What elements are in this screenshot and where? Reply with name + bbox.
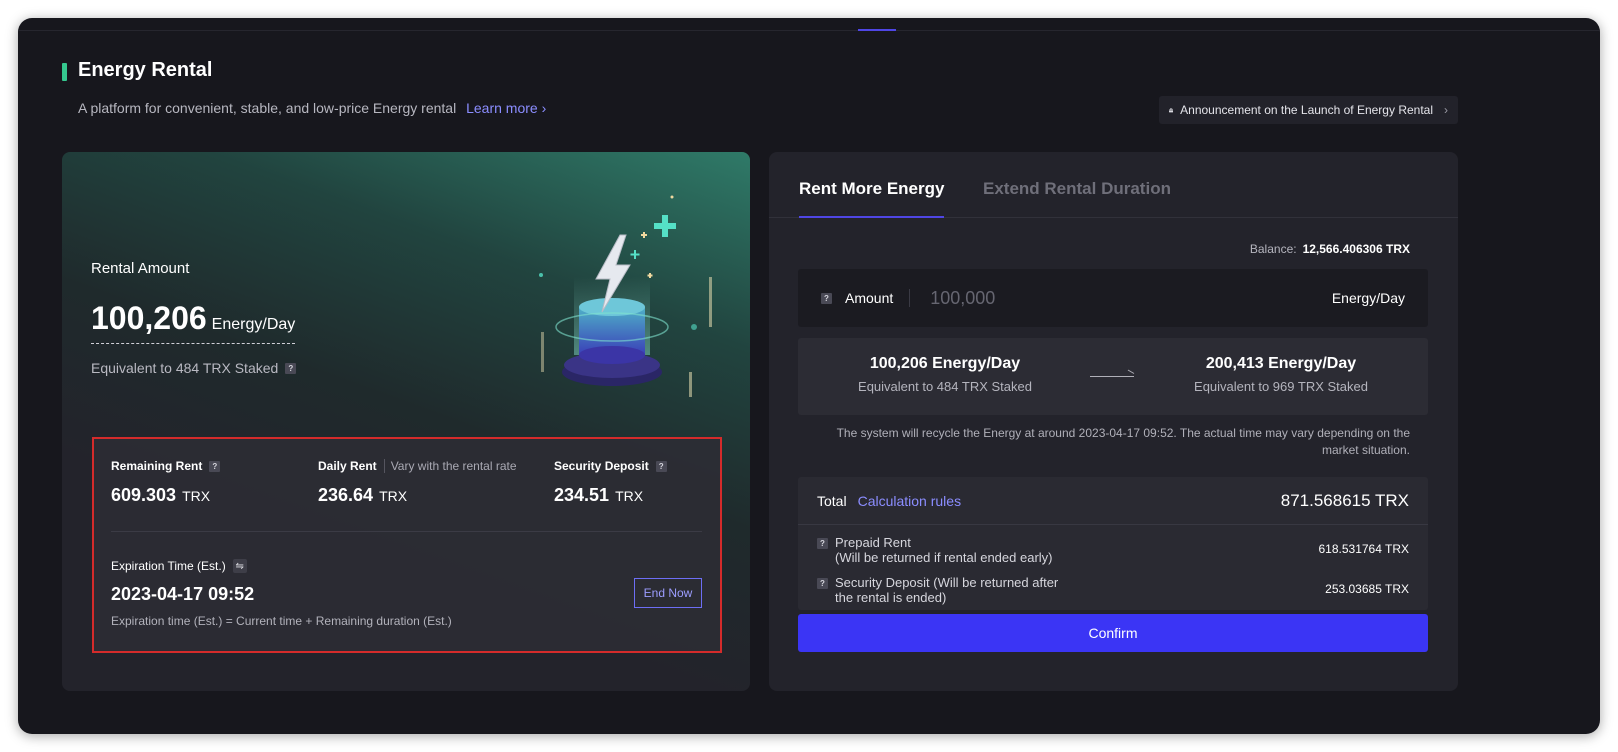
amount-field: ? Amount Energy/Day [798,269,1428,327]
help-icon[interactable]: ? [821,292,832,304]
deposit-label: Security Deposit (Will be returned after… [835,575,1058,605]
page-title: Energy Rental [78,59,213,81]
tab-rent-more-energy[interactable]: Rent More Energy [799,179,944,199]
page-subtitle: A platform for convenient, stable, and l… [78,100,546,116]
rental-details-panel: Remaining Rent? 609.303 TRX Daily Rent Var… [92,437,722,653]
prepaid-rent-label-line2: (Will be returned if rental ended early) [835,550,1053,565]
help-icon[interactable]: ? [209,460,221,472]
security-deposit-label-row: Security Deposit? [554,459,667,473]
help-icon[interactable]: ? [285,362,297,374]
remaining-rent-label-row: Remaining Rent? [111,459,221,473]
chevron-right-icon: › [1444,103,1448,117]
remaining-rent-label: Remaining Rent [111,459,203,473]
cost-summary: Total Calculation rules 871.568615 TRX ?… [798,477,1428,610]
security-deposit: Security Deposit? 234.51 TRX [554,459,667,506]
current-energy: 100,206 Energy/Day Equivalent to 484 TRX… [825,355,1065,394]
prepaid-rent-label-line1: Prepaid Rent [835,535,911,550]
chevron-right-icon: › [541,100,547,116]
total-label: Total [817,492,847,509]
tab-extend-rental-duration[interactable]: Extend Rental Duration [983,179,1171,199]
balance-label: Balance: [1249,242,1297,256]
expiration-label: Expiration Time (Est.) [111,559,226,573]
daily-rent-label-row: Daily Rent Vary with the rental rate [318,459,517,473]
announcement-link[interactable]: Announcement on the Launch of Energy Ren… [1159,96,1458,124]
swap-icon[interactable]: ⇋ [232,559,247,573]
amount-label: Amount [845,290,894,306]
top-divider [18,30,1600,31]
prepaid-rent-row: ? Prepaid Rent (Will be returned if rent… [817,535,1409,565]
expiration-value: 2023-04-17 09:52 [111,584,255,604]
help-icon[interactable]: ? [817,538,828,549]
total-value: 871.568615 TRX [1280,490,1409,510]
learn-more-link[interactable]: Learn more › [466,100,546,116]
subtitle-text: A platform for convenient, stable, and l… [78,100,457,116]
daily-rent: Daily Rent Vary with the rental rate 236.… [318,459,517,506]
rental-amount-value: 100,206 [91,300,207,336]
deposit-label-line1: Security Deposit (Will be returned after [835,575,1059,590]
amount-label-group: ? Amount [821,289,911,307]
new-energy: 200,413 Energy/Day Equivalent to 969 TRX… [1161,355,1401,394]
recycle-note: The system will recycle the Energy at ar… [836,426,1410,457]
divider [111,531,702,532]
end-now-button[interactable]: End Now [634,578,702,608]
current-energy-equivalent: Equivalent to 484 TRX Staked [858,379,1032,394]
daily-rent-label: Daily Rent [318,459,377,473]
learn-more-label: Learn more [466,100,538,116]
nav-active-indicator [858,29,896,31]
calculation-rules-link[interactable]: Calculation rules [858,493,962,509]
confirm-button[interactable]: Confirm [798,614,1428,652]
new-energy-value: 200,413 Energy/Day [1205,355,1357,372]
rental-amount-label: Rental Amount [91,260,190,277]
app-window: Energy Rental A platform for convenient,… [18,18,1600,734]
rental-equivalent-text: Equivalent to 484 TRX Staked [91,360,279,376]
total-row: Total Calculation rules 871.568615 TRX [798,477,1428,525]
prepaid-rent-label: Prepaid Rent (Will be returned if rental… [835,535,1053,565]
expiration-note: Expiration time (Est.) = Current time + … [111,614,452,628]
energy-comparison: 100,206 Energy/Day Equivalent to 484 TRX… [798,338,1428,415]
new-energy-equivalent: Equivalent to 969 TRX Staked [1194,379,1368,394]
announcement-text: Announcement on the Launch of Energy Ren… [1180,103,1433,117]
current-energy-value: 100,206 Energy/Day [869,355,1021,372]
balance-value: 12,566.406306 TRX [1302,242,1410,256]
briefcase-icon [1169,107,1174,112]
deposit-value: 253.03685 TRX [1325,582,1409,596]
balance: Balance: 12,566.406306 TRX [1250,242,1410,256]
daily-rent-value: 236.64 [318,485,374,505]
currency-label: TRX [379,488,408,504]
title-accent-bar [62,63,67,81]
security-deposit-value-row: 234.51 TRX [554,485,667,506]
rental-amount-unit: Energy/Day [211,316,296,333]
help-icon[interactable]: ? [817,578,828,589]
rental-summary-card: Rental Amount 100,206 Energy/Day Equival… [62,152,750,691]
amount-input[interactable] [910,287,1332,309]
deposit-row: ? Security Deposit (Will be returned aft… [817,575,1409,605]
currency-label: TRX [615,488,644,504]
daily-rent-hint: Vary with the rental rate [383,459,517,473]
security-deposit-label: Security Deposit [554,459,649,473]
energy-battery-illustration [539,195,712,397]
remaining-rent-value: 609.303 [111,485,177,505]
rental-amount: 100,206 Energy/Day [91,300,296,344]
arrow-right-icon [1090,376,1134,377]
amount-unit: Energy/Day [1331,290,1405,306]
security-deposit-value: 234.51 [554,485,610,505]
active-tab-underline [799,216,944,218]
currency-label: TRX [182,488,211,504]
tab-bar: Rent More Energy Extend Rental Duration [769,152,1458,218]
remaining-rent-value-row: 609.303 TRX [111,485,220,506]
rent-form-card: Rent More Energy Extend Rental Duration … [769,152,1458,691]
prepaid-rent-value: 618.531764 TRX [1318,542,1409,556]
help-icon[interactable]: ? [655,460,667,472]
rental-equivalent: Equivalent to 484 TRX Staked ? [91,360,297,376]
deposit-label-line2: the rental is ended) [835,590,947,605]
expiration-label-row: Expiration Time (Est.) ⇋ [111,559,247,573]
remaining-rent: Remaining Rent? 609.303 TRX [111,459,221,506]
daily-rent-value-row: 236.64 TRX [318,485,517,506]
